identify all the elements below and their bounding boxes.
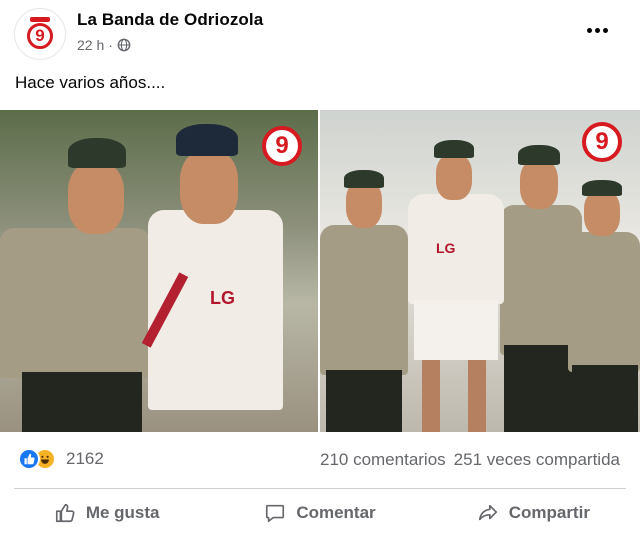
meta-separator: · bbox=[108, 37, 113, 53]
like-reaction-icon bbox=[18, 448, 40, 470]
post-photo-left[interactable]: LG 9 bbox=[0, 110, 318, 432]
page-avatar[interactable]: 9 bbox=[14, 8, 66, 60]
player-figure: LG bbox=[406, 140, 506, 432]
post-meta: 22 h · bbox=[77, 37, 131, 53]
post-photo-right[interactable]: LG 9 bbox=[320, 110, 640, 432]
channel-logo-icon: 9 bbox=[25, 17, 55, 51]
share-button[interactable]: Compartir bbox=[427, 492, 640, 534]
more-options-icon[interactable] bbox=[580, 18, 614, 42]
like-button[interactable]: Me gusta bbox=[0, 492, 213, 534]
comment-button-label: Comentar bbox=[296, 503, 376, 522]
share-button-label: Compartir bbox=[508, 503, 590, 522]
photo-grid: LG 9 LG 9 bbox=[0, 110, 640, 432]
post-action-bar: Me gusta Comentar Compartir bbox=[0, 492, 640, 534]
soldier-figure bbox=[568, 180, 640, 432]
reaction-count: 2162 bbox=[66, 449, 104, 468]
soldier-figure bbox=[320, 170, 410, 432]
post-header: 9 La Banda de Odriozola 22 h · bbox=[0, 0, 640, 62]
channel-logo-icon: 9 bbox=[582, 122, 622, 162]
comment-bubble-icon bbox=[266, 504, 285, 523]
share-arrow-icon bbox=[478, 504, 497, 521]
globe-icon bbox=[117, 38, 131, 52]
comment-button[interactable]: Comentar bbox=[213, 492, 426, 534]
shares-count-link[interactable]: 251 veces compartida bbox=[454, 450, 620, 470]
like-button-label: Me gusta bbox=[85, 503, 160, 522]
thumbs-up-icon bbox=[55, 503, 75, 523]
engagement-stats: 210 comentarios 251 veces compartida bbox=[320, 450, 620, 470]
channel-logo-icon: 9 bbox=[262, 126, 302, 166]
comments-count-link[interactable]: 210 comentarios bbox=[320, 450, 446, 470]
post-text: Hace varios años.... bbox=[15, 73, 166, 92]
post-timestamp[interactable]: 22 h bbox=[77, 37, 104, 53]
page-name-link[interactable]: La Banda de Odriozola bbox=[77, 10, 263, 30]
actions-divider bbox=[14, 488, 626, 489]
reactions-summary[interactable]: 2162 bbox=[18, 448, 104, 470]
